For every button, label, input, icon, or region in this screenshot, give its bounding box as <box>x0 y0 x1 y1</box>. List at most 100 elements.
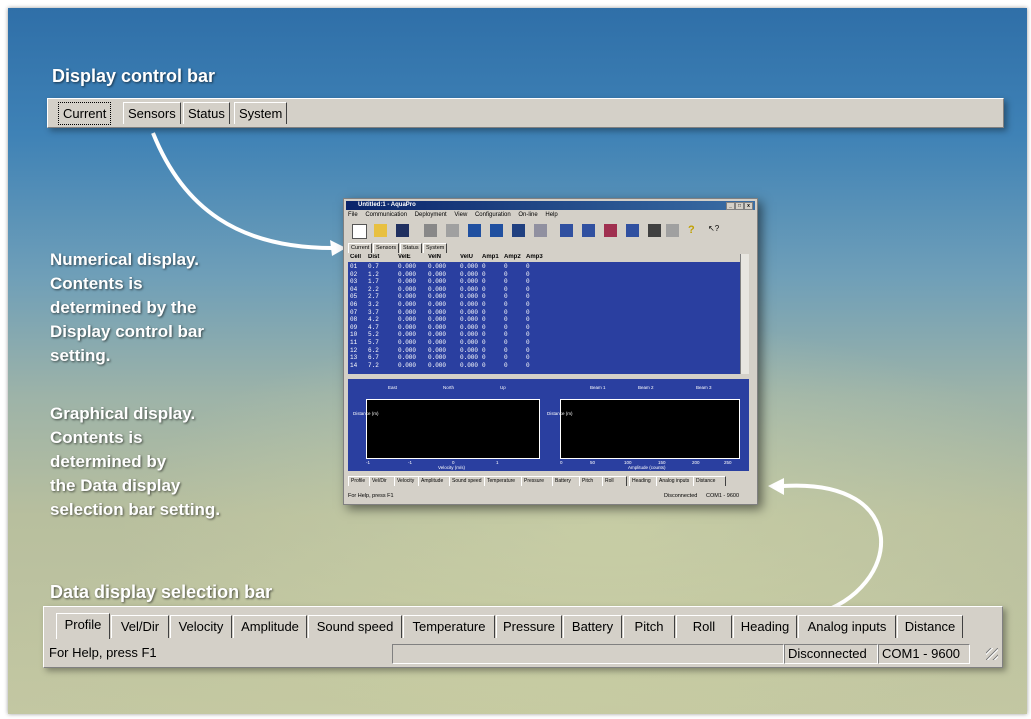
tab-pressure[interactable]: Pressure <box>496 615 562 638</box>
tab-heading[interactable]: Heading <box>733 615 797 638</box>
legend-east: East <box>388 385 398 390</box>
table-cell: 0.000 <box>398 354 417 362</box>
mini-tab-system[interactable]: System <box>423 243 448 253</box>
table-cell: 12 <box>350 346 358 354</box>
table-cell: 11 <box>350 339 358 346</box>
table-cell: 0.000 <box>398 339 417 346</box>
note-line: the Data display <box>50 476 181 495</box>
note-line: Contents is <box>50 274 143 293</box>
table-cell: 0 <box>504 301 508 308</box>
table-scrollbar[interactable] <box>740 254 749 374</box>
close-icon[interactable]: x <box>744 202 753 210</box>
save-icon[interactable] <box>396 224 409 237</box>
table-cell: 0.000 <box>398 316 417 324</box>
tab-status[interactable]: Status <box>183 102 230 124</box>
menu-deployment[interactable]: Deployment <box>415 212 447 218</box>
mini-data-tab[interactable]: Sound speed <box>449 476 486 486</box>
open-folder-icon[interactable] <box>374 224 387 237</box>
mini-data-tab[interactable]: Temperature <box>484 476 523 486</box>
note-line: determined by the <box>50 298 197 317</box>
context-help-icon[interactable]: ↖? <box>708 224 721 237</box>
table-cell: 0 <box>482 361 486 369</box>
deployment-icon[interactable] <box>446 224 459 237</box>
maximize-icon[interactable]: □ <box>735 202 744 210</box>
table-cell: 06 <box>350 301 358 308</box>
graphical-display-note: Graphical display. Contents is determine… <box>50 402 300 522</box>
table-cell: 4.2 <box>368 316 379 324</box>
menu-view[interactable]: View <box>454 212 467 218</box>
stop-icon[interactable] <box>604 224 617 237</box>
col-header: VelE <box>398 254 411 260</box>
tab-analog-inputs[interactable]: Analog inputs <box>798 615 896 638</box>
tab-distance[interactable]: Distance <box>897 615 963 638</box>
tab-sound-speed[interactable]: Sound speed <box>308 615 402 638</box>
mini-data-tab[interactable]: Vel/Dir <box>369 476 396 486</box>
mini-tab-sensors[interactable]: Sensors <box>373 243 400 253</box>
resize-grip-icon[interactable] <box>986 648 998 660</box>
note-line: Graphical display. <box>50 404 196 423</box>
table-cell: 0.000 <box>428 346 447 354</box>
tab-temperature[interactable]: Temperature <box>403 615 495 638</box>
tab-velocity[interactable]: Velocity <box>170 615 232 638</box>
tab-sensors[interactable]: Sensors <box>123 102 181 124</box>
menu-help[interactable]: Help <box>545 212 557 218</box>
table-cell: 09 <box>350 323 358 331</box>
table-cell: 0 <box>504 293 508 301</box>
new-file-icon[interactable] <box>352 224 367 239</box>
tab-pitch[interactable]: Pitch <box>623 615 675 638</box>
tab-roll[interactable]: Roll <box>676 615 732 638</box>
table-cell: 0 <box>482 278 486 286</box>
mini-data-tab[interactable]: Heading <box>629 476 658 486</box>
mini-data-tab[interactable]: Distance <box>693 476 726 486</box>
mini-connection: Disconnected <box>664 493 698 499</box>
minimize-icon[interactable]: _ <box>726 202 735 210</box>
tab-profile[interactable]: Profile <box>56 613 110 639</box>
menu-online[interactable]: On-line <box>518 212 537 218</box>
numerical-table: Cell Dist VelE VelN VelU Amp1 Amp2 Amp3 … <box>348 254 749 374</box>
mini-data-tab[interactable]: Roll <box>602 476 627 486</box>
xlabel-left: Velocity (m/s) <box>438 465 466 470</box>
tab-vel-dir[interactable]: Vel/Dir <box>111 615 169 638</box>
data-icon[interactable] <box>512 224 525 237</box>
underwater-background: Display control bar Numerical display. C… <box>8 8 1027 714</box>
menu-configuration[interactable]: Configuration <box>475 212 511 218</box>
mini-tab-current[interactable]: Current <box>348 243 373 253</box>
mini-data-tab[interactable]: Analog inputs <box>656 476 695 486</box>
table-cell: 0 <box>504 339 508 346</box>
table-cell: 0.000 <box>398 308 417 316</box>
tab-current[interactable]: Current <box>58 102 112 125</box>
copy-icon[interactable] <box>534 224 547 237</box>
table-cell: 0 <box>504 346 508 354</box>
disk-icon[interactable] <box>648 224 661 237</box>
x-tick: 250 <box>724 460 732 465</box>
ylabel-left: Distance (m) <box>353 411 379 416</box>
table-cell: 0 <box>482 293 486 301</box>
mini-data-tab[interactable]: Pitch <box>579 476 604 486</box>
help-icon[interactable]: ? <box>688 224 701 237</box>
mini-data-tab[interactable]: Pressure <box>521 476 554 486</box>
record-2-icon[interactable] <box>582 224 595 237</box>
mini-data-tab[interactable]: Profile <box>348 476 371 486</box>
table-cell: 0 <box>504 354 508 362</box>
tab-amplitude[interactable]: Amplitude <box>233 615 307 638</box>
profile-chart-icon[interactable] <box>468 224 481 237</box>
table-cell: 0 <box>482 301 486 308</box>
print-icon[interactable] <box>424 224 437 237</box>
menu-file[interactable]: File <box>348 212 358 218</box>
mini-data-tab[interactable]: Amplitude <box>418 476 451 486</box>
menu-communication[interactable]: Communication <box>365 212 407 218</box>
table-cell: 0 <box>482 323 486 331</box>
mini-tab-status[interactable]: Status <box>400 243 422 253</box>
erase-icon[interactable] <box>666 224 679 237</box>
download-icon[interactable] <box>626 224 639 237</box>
data-selection-bar-label: Data display selection bar <box>50 582 273 602</box>
tab-system[interactable]: System <box>234 102 288 124</box>
col-header: Amp2 <box>504 254 521 260</box>
record-icon[interactable] <box>560 224 573 237</box>
legend-north: North <box>443 385 455 390</box>
profile-chart-2-icon[interactable] <box>490 224 503 237</box>
tab-battery[interactable]: Battery <box>563 615 622 638</box>
table-cell: 0 <box>526 278 530 286</box>
mini-data-tab[interactable]: Battery <box>552 476 581 486</box>
mini-data-tab[interactable]: Velocity <box>394 476 420 486</box>
